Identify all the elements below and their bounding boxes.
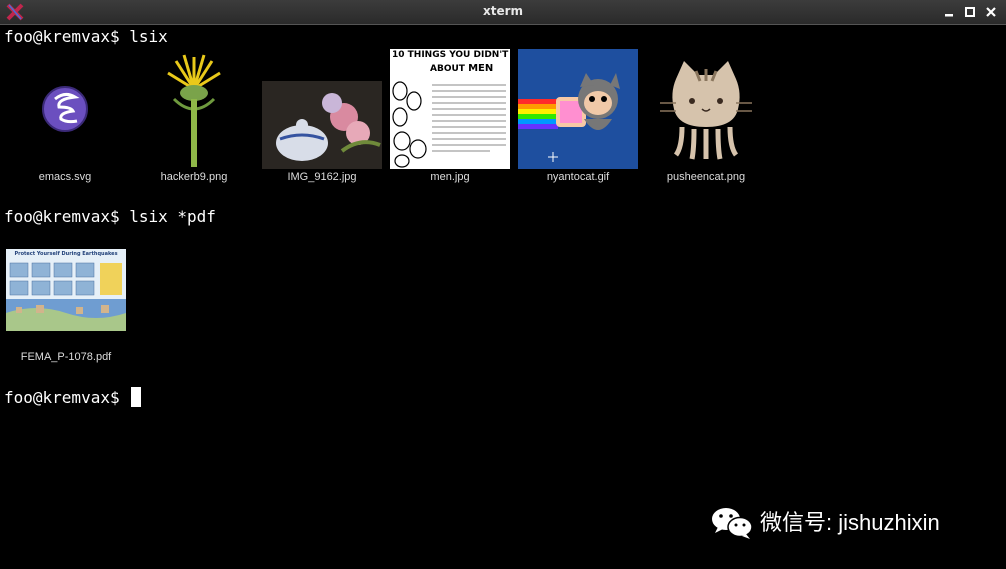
- prompt: foo@kremvax$: [4, 388, 120, 407]
- fema-panels-icon: [6, 262, 126, 331]
- nyantocat-thumbnail[interactable]: [518, 49, 638, 169]
- prompt-line-1: foo@kremvax$ lsix: [4, 27, 168, 46]
- close-button[interactable]: [984, 5, 998, 19]
- file-caption: emacs.svg: [38, 171, 92, 183]
- men-faces-icon: [392, 81, 506, 168]
- terminal-area[interactable]: foo@kremvax$ lsix emacs.svg hackerb9.png: [0, 25, 1006, 569]
- watermark-text: 微信号: jishuzhixin: [760, 510, 940, 535]
- maximize-button[interactable]: [963, 5, 977, 19]
- minimize-button[interactable]: [942, 5, 956, 19]
- men-thumbnail[interactable]: 10 THINGS YOU DIDN'T KNOW ABOUT MEN: [390, 49, 510, 169]
- file-caption: pusheencat.png: [666, 171, 746, 183]
- file-caption: hackerb9.png: [160, 171, 228, 183]
- text-cursor: [131, 387, 142, 407]
- emacs-thumbnail[interactable]: [5, 49, 125, 169]
- file-caption: men.jpg: [430, 171, 470, 183]
- fema-pdf-thumbnail[interactable]: Protect Yourself During Earthquakes: [6, 249, 126, 331]
- window-title: xterm: [482, 4, 524, 18]
- command: lsix *pdf: [129, 207, 216, 226]
- men-heading-1: 10 THINGS YOU DIDN'T KNOW: [392, 50, 510, 60]
- men-heading-emph: MEN: [468, 63, 494, 74]
- command: lsix: [129, 27, 168, 46]
- hackerb9-thumbnail[interactable]: [134, 49, 254, 169]
- wechat-icon: [712, 508, 753, 539]
- img-9162-thumbnail[interactable]: [262, 65, 382, 185]
- file-caption: FEMA_P-1078.pdf: [20, 351, 112, 363]
- prompt: foo@kremvax$: [4, 207, 120, 226]
- prompt: foo@kremvax$: [4, 27, 120, 46]
- file-caption: nyantocat.gif: [546, 171, 610, 183]
- men-heading-2: ABOUT: [430, 64, 465, 74]
- file-caption: IMG_9162.jpg: [287, 171, 357, 183]
- title-bar[interactable]: xterm: [0, 0, 1006, 25]
- prompt-line-2: foo@kremvax$ lsix *pdf: [4, 207, 216, 226]
- prompt-line-3: foo@kremvax$: [4, 387, 142, 407]
- xterm-window: xterm foo@kremvax$ lsix emacs.svg hacker…: [0, 0, 1006, 569]
- pusheencat-thumbnail[interactable]: [646, 49, 766, 169]
